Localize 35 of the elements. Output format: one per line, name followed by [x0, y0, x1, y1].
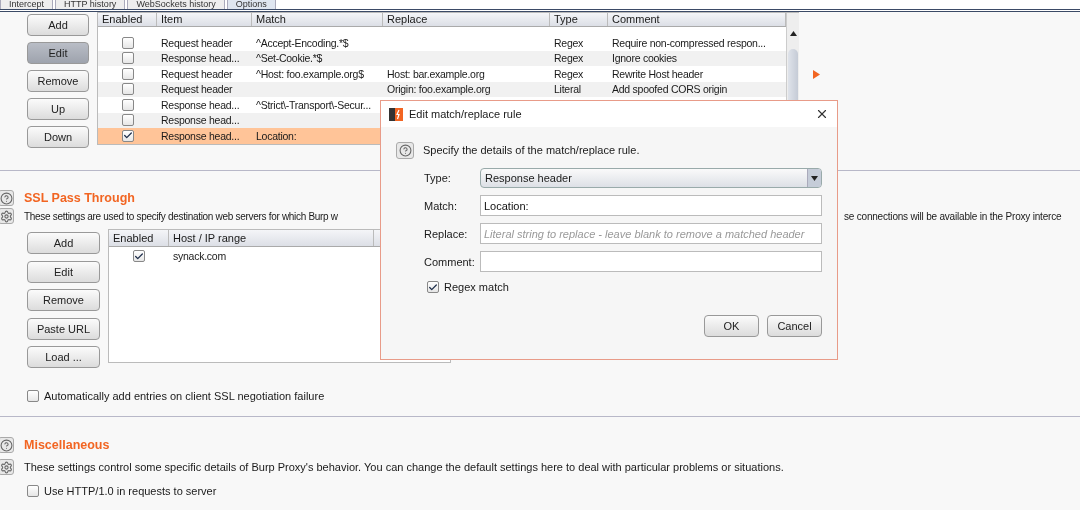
table-cell-text: Response head... [160, 114, 241, 127]
table-cell-text: Regex [553, 52, 585, 65]
field-label: Replace: [424, 227, 469, 240]
section-description: These settings are used to specify destination web servers for which Burp w [24, 210, 339, 222]
field-label: Type: [424, 172, 452, 184]
table-cell-text: Host: bar.example.org [386, 67, 486, 80]
table-cell-text: Location: [255, 129, 298, 142]
table-cell-text: Regex [553, 36, 585, 49]
table-cell-text: Regex [553, 67, 585, 80]
table-cell-text: Request header [160, 83, 234, 96]
checkbox-label: Automatically add entries on client SSL negotiation failure [44, 390, 325, 402]
section-description: These settings control some specific details of Burp Proxy's behavior. You can change the default settings here to deal with particular problems or situations. [24, 461, 784, 473]
table-cell-text: Literal [553, 83, 582, 96]
table-cell-text: Ignore cookies [611, 52, 678, 65]
field-label: Match: [424, 199, 458, 212]
table-cell-text: Rewrite Host header [611, 67, 704, 80]
field-label: Comment: [424, 255, 476, 268]
section-title: SSL Pass Through [24, 191, 135, 205]
checkbox-label: Use HTTP/1.0 in requests to server [44, 485, 217, 497]
table-cell-text: Add spoofed CORS origin [611, 83, 729, 96]
table-cell-text: Request header [160, 36, 234, 49]
table-cell-text: ^Host: foo.example.org$ [255, 67, 365, 80]
table-cell-text: ^Strict\-Transport\-Secur... [255, 98, 372, 111]
table-cell-text: Require non-compressed respon... [611, 36, 767, 49]
table-cell-text: ^Set-Cookie.*$ [255, 52, 324, 65]
checkbox-label: Regex match [444, 281, 509, 293]
table-cell-text: Response head... [160, 98, 241, 111]
table-cell-text: Response head... [160, 52, 241, 65]
table-cell-text: Origin: foo.example.org [386, 83, 492, 96]
section-description: se connections will be available in the Proxy interce [844, 210, 1062, 222]
table-cell-text: Request header [160, 67, 234, 80]
dialog-prompt: Specify the details of the match/replace rule. [423, 144, 640, 156]
table-cell-text: ^Accept-Encoding.*$ [255, 36, 350, 49]
table-cell-text: Response head... [160, 129, 241, 142]
section-title: Miscellaneous [24, 438, 110, 452]
